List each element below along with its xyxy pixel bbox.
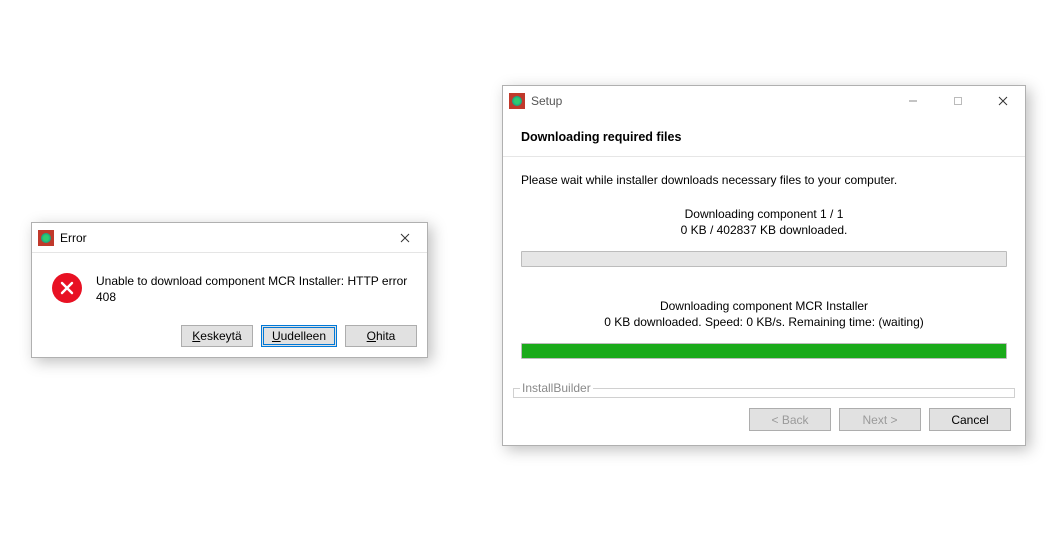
error-body: Unable to download component MCR Install… bbox=[32, 253, 427, 319]
overall-status-line1: Downloading component 1 / 1 bbox=[521, 207, 1007, 221]
back-button: < Back bbox=[749, 408, 831, 431]
label-rest: udelleen bbox=[281, 329, 326, 343]
window-controls bbox=[382, 223, 427, 252]
retry-button[interactable]: Uudelleen bbox=[261, 325, 337, 347]
footer-group: InstallBuilder bbox=[513, 381, 1015, 398]
minimize-icon[interactable] bbox=[890, 86, 935, 116]
mnemonic: U bbox=[272, 329, 281, 343]
component-status-line2: 0 KB downloaded. Speed: 0 KB/s. Remainin… bbox=[521, 315, 1007, 329]
window-title: Setup bbox=[531, 94, 890, 108]
ignore-button[interactable]: Ohita bbox=[345, 325, 417, 347]
label-rest: hita bbox=[376, 329, 395, 343]
titlebar[interactable]: Setup bbox=[503, 86, 1025, 116]
setup-window: Setup Downloading required files Please … bbox=[502, 85, 1026, 446]
installer-brand: InstallBuilder bbox=[520, 381, 593, 395]
error-message: Unable to download component MCR Install… bbox=[96, 271, 413, 305]
abort-button[interactable]: Keskeytä bbox=[181, 325, 253, 347]
window-controls bbox=[890, 86, 1025, 116]
close-icon[interactable] bbox=[382, 223, 427, 252]
instruction-text: Please wait while installer downloads ne… bbox=[521, 173, 1007, 187]
cancel-button[interactable]: Cancel bbox=[929, 408, 1011, 431]
maximize-icon bbox=[935, 86, 980, 116]
titlebar[interactable]: Error bbox=[32, 223, 427, 253]
overall-status-line2: 0 KB / 402837 KB downloaded. bbox=[521, 223, 1007, 237]
setup-body: Please wait while installer downloads ne… bbox=[503, 157, 1025, 373]
component-progress bbox=[521, 343, 1007, 359]
nav-button-row: < Back Next > Cancel bbox=[503, 398, 1025, 445]
error-dialog: Error Unable to download component MCR I… bbox=[31, 222, 428, 358]
app-icon bbox=[38, 230, 54, 246]
window-title: Error bbox=[60, 231, 382, 245]
mnemonic: O bbox=[367, 329, 376, 343]
error-icon bbox=[52, 273, 82, 303]
overall-progress bbox=[521, 251, 1007, 267]
error-button-row: Keskeytä Uudelleen Ohita bbox=[32, 319, 427, 357]
component-status-line1: Downloading component MCR Installer bbox=[521, 299, 1007, 313]
close-icon[interactable] bbox=[980, 86, 1025, 116]
next-button: Next > bbox=[839, 408, 921, 431]
app-icon bbox=[509, 93, 525, 109]
label-rest: eskeytä bbox=[200, 329, 241, 343]
mnemonic: K bbox=[192, 329, 200, 343]
component-progress-fill bbox=[522, 344, 1006, 358]
page-heading: Downloading required files bbox=[503, 116, 1025, 157]
